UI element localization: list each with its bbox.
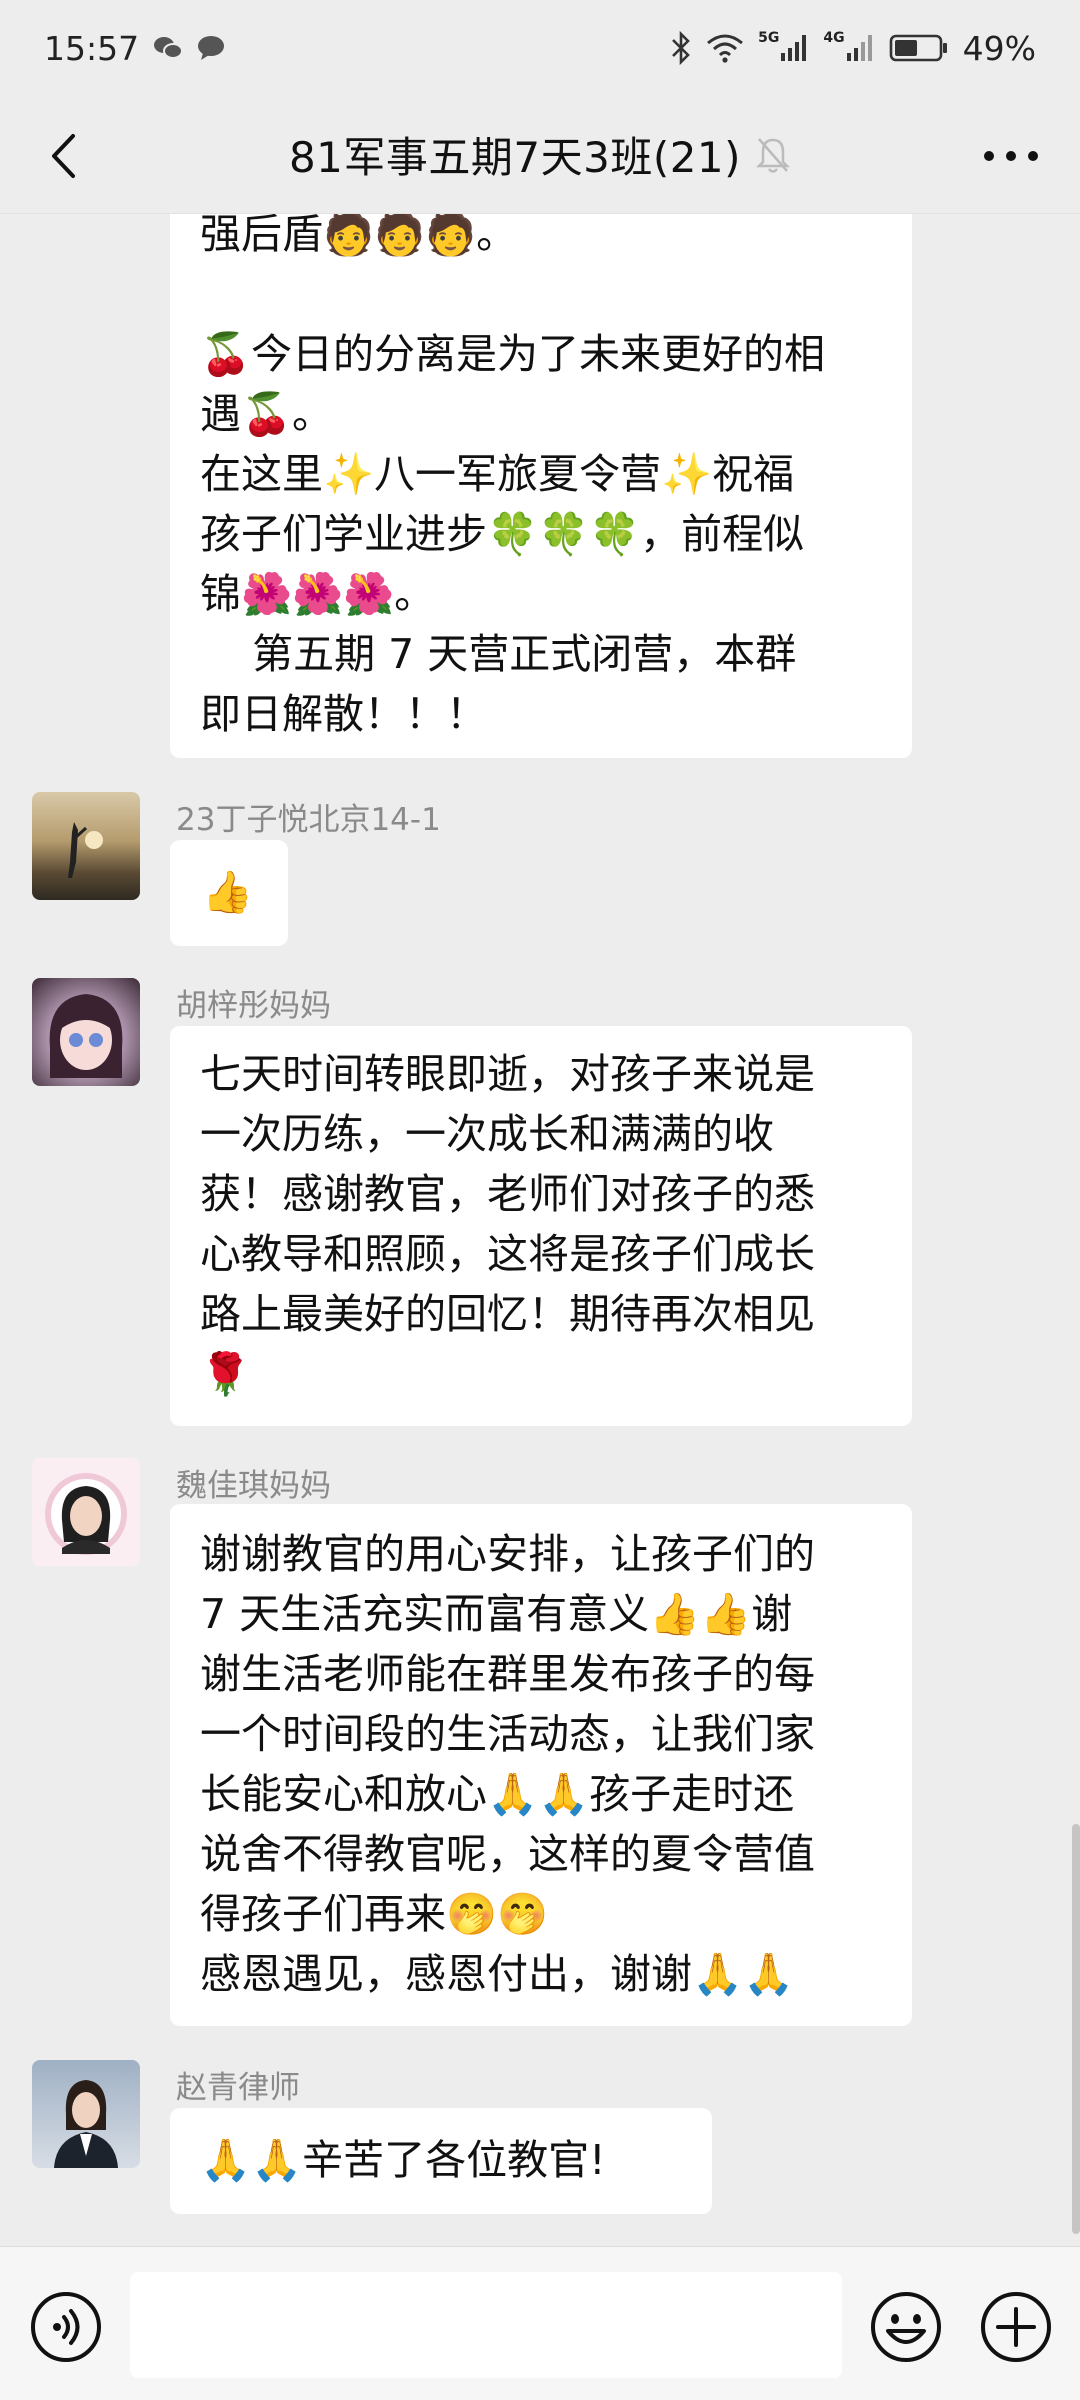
- anime-girl-avatar-icon: [49, 994, 123, 1078]
- message-line: 强后盾🧑🧑🧑。: [200, 214, 518, 258]
- message-line: 即日解散！！！: [200, 690, 487, 738]
- message-line: 7 天生活充实而富有意义👍👍谢: [200, 1590, 793, 1638]
- avatar[interactable]: [32, 1458, 140, 1566]
- message-line: 锦🌺🌺🌺。: [200, 570, 436, 618]
- message-line: 获！感谢教官，老师们对孩子的悉: [200, 1170, 815, 1218]
- beach-silhouette-icon: [68, 822, 103, 878]
- signal-4g-icon: 4G: [823, 30, 874, 63]
- emoji-button[interactable]: [870, 2291, 942, 2363]
- bluetooth-icon: [670, 31, 692, 65]
- message-notification-icon: [197, 35, 225, 61]
- message-bubble[interactable]: 谢谢教官的用心安排，让孩子们的 7 天生活充实而富有意义👍👍谢 谢生活老师能在群…: [170, 1504, 912, 2026]
- message-line: 七天时间转眼即逝，对孩子来说是: [200, 1050, 815, 1098]
- message-line: 谢谢教官的用心安排，让孩子们的: [200, 1530, 815, 1578]
- message-line: 孩子们学业进步🍀🍀🍀，前程似: [200, 510, 805, 558]
- message-line: 心教导和照顾，这将是孩子们成长: [200, 1230, 815, 1278]
- message-bubble[interactable]: 强后盾🧑🧑🧑。 🍒今日的分离是为了未来更好的相 遇🍒。 在这里✨八一军旅夏令营✨…: [170, 214, 912, 758]
- message-line: 感恩遇见，感恩付出，谢谢🙏🙏: [200, 1950, 795, 1998]
- avatar[interactable]: [32, 978, 140, 1086]
- signal-4g-label: 4G: [823, 30, 845, 46]
- message-line: 长能安心和放心🙏🙏孩子走时还: [200, 1770, 795, 1818]
- battery-percent: 49%: [962, 28, 1036, 68]
- message-line: 🍒今日的分离是为了未来更好的相: [200, 330, 826, 378]
- avatar[interactable]: [32, 2060, 140, 2168]
- status-bar: 15:57 5G 4G 49%: [0, 0, 1080, 96]
- message-bubble[interactable]: 🙏🙏辛苦了各位教官!: [170, 2108, 712, 2214]
- emoji-icon: [871, 2292, 941, 2362]
- avatar[interactable]: [32, 792, 140, 900]
- more-options-button[interactable]: [976, 126, 1046, 186]
- message-line: [200, 264, 882, 324]
- message-line: 一个时间段的生活动态，让我们家: [200, 1710, 815, 1758]
- signal-5g-label: 5G: [758, 30, 780, 46]
- mute-bell-icon: [755, 135, 791, 175]
- wifi-icon: [706, 33, 744, 63]
- message-bubble[interactable]: 七天时间转眼即逝，对孩子来说是 一次历练，一次成长和满满的收 获！感谢教官，老师…: [170, 1026, 912, 1426]
- message-line: 👍: [202, 868, 254, 916]
- voice-icon: [31, 2292, 101, 2362]
- sender-name: 魏佳琪妈妈: [176, 1468, 331, 1504]
- message-line: 在这里✨八一军旅夏令营✨祝福: [200, 450, 795, 498]
- message-line: 路上最美好的回忆！期待再次相见: [200, 1290, 815, 1338]
- sender-name: 胡梓彤妈妈: [176, 988, 331, 1024]
- sender-name: 赵青律师: [176, 2070, 300, 2106]
- message-line: 第五期 7 天营正式闭营，本群: [200, 630, 797, 678]
- message-line: 得孩子们再来🤭🤭: [200, 1890, 549, 1938]
- battery-icon: [889, 33, 949, 63]
- lawyer-photo-avatar-icon: [54, 2080, 118, 2168]
- back-button[interactable]: [34, 126, 94, 186]
- plus-icon: [981, 2292, 1051, 2362]
- scrollbar[interactable]: [1072, 1824, 1080, 2234]
- more-functions-button[interactable]: [980, 2291, 1052, 2363]
- voice-input-button[interactable]: [30, 2291, 102, 2363]
- message-bubble[interactable]: 👍: [170, 840, 288, 946]
- message-line: 遇🍒。: [200, 390, 334, 438]
- message-line: 说舍不得教官呢，这样的夏令营值: [200, 1830, 815, 1878]
- more-dots-icon: [984, 151, 1038, 161]
- message-line: 🙏🙏辛苦了各位教官!: [200, 2136, 606, 2184]
- message-line: 谢生活老师能在群里发布孩子的每: [200, 1650, 815, 1698]
- signal-5g-icon: 5G: [758, 30, 809, 63]
- message-line: 一次历练，一次成长和满满的收: [200, 1110, 774, 1158]
- chat-message-list[interactable]: 强后盾🧑🧑🧑。 🍒今日的分离是为了未来更好的相 遇🍒。 在这里✨八一军旅夏令营✨…: [0, 214, 1080, 2246]
- woman-photo-avatar-icon: [45, 1473, 127, 1555]
- message-line: 🌹: [200, 1350, 252, 1398]
- chat-title: 81军事五期7天3班(21): [288, 133, 742, 182]
- status-time: 15:57: [44, 28, 140, 68]
- wechat-notification-icon: [153, 35, 184, 61]
- message-input-bar: [0, 2246, 1080, 2400]
- chat-header: 81军事五期7天3班(21): [0, 96, 1080, 214]
- message-text-input[interactable]: [130, 2272, 842, 2378]
- back-arrow-icon: [52, 134, 75, 178]
- sender-name: 23丁子悦北京14-1: [176, 802, 441, 838]
